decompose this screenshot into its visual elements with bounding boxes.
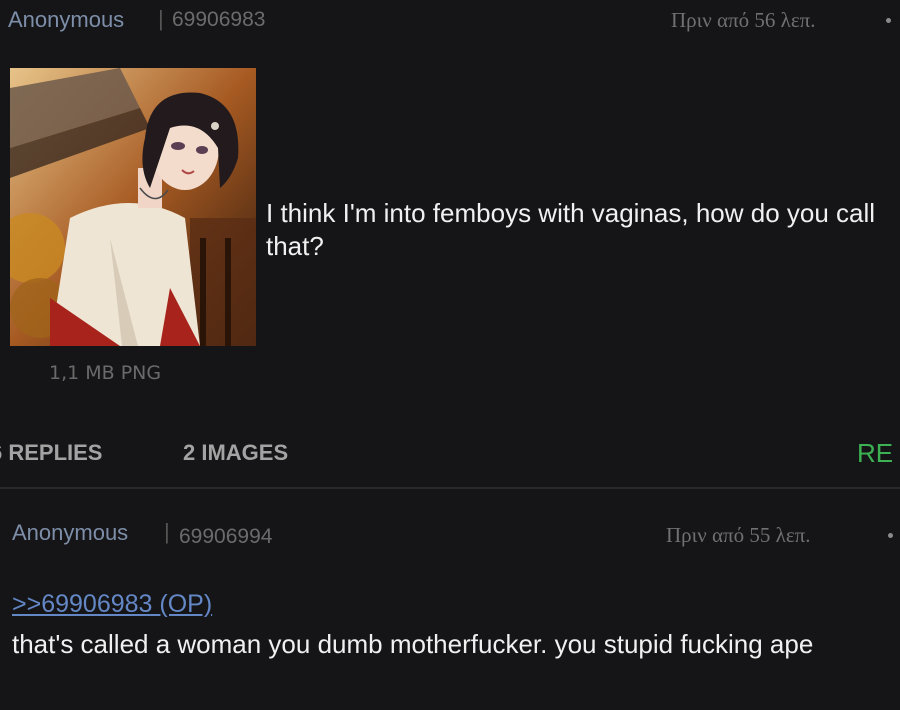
header-separator: |	[158, 6, 164, 31]
poster-name[interactable]: Anonymous	[8, 7, 124, 33]
post-op: Anonymous | 69906983 Πριν από 56 λεπ. I …	[0, 0, 900, 487]
images-count: 2 IMAGES	[183, 440, 289, 465]
overflow-menu-icon[interactable]	[888, 533, 893, 538]
post-reply: Anonymous | 69906994 Πριν από 55 λεπ. >>…	[0, 489, 900, 710]
post-timestamp: Πριν από 55 λεπ.	[666, 523, 811, 547]
overflow-menu-icon[interactable]	[886, 18, 891, 23]
post-timestamp: Πριν από 56 λεπ.	[671, 8, 816, 32]
post-number[interactable]: 69906994	[179, 525, 272, 549]
post-comment: that's called a woman you dumb motherfuc…	[12, 629, 814, 659]
post-comment: I think I'm into femboys with vaginas, h…	[266, 198, 876, 261]
thumbnail-image	[10, 68, 256, 346]
replies-count: 6 REPLIES	[0, 440, 103, 465]
file-info: 1,1 MB PNG	[49, 362, 162, 384]
post-number[interactable]: 69906983	[172, 8, 265, 32]
header-separator: |	[164, 519, 170, 544]
poster-name[interactable]: Anonymous	[12, 520, 128, 546]
post-thumbnail[interactable]	[10, 68, 256, 346]
quote-link[interactable]: >>69906983 (OP)	[12, 590, 212, 619]
reply-button[interactable]: RE	[857, 438, 893, 469]
